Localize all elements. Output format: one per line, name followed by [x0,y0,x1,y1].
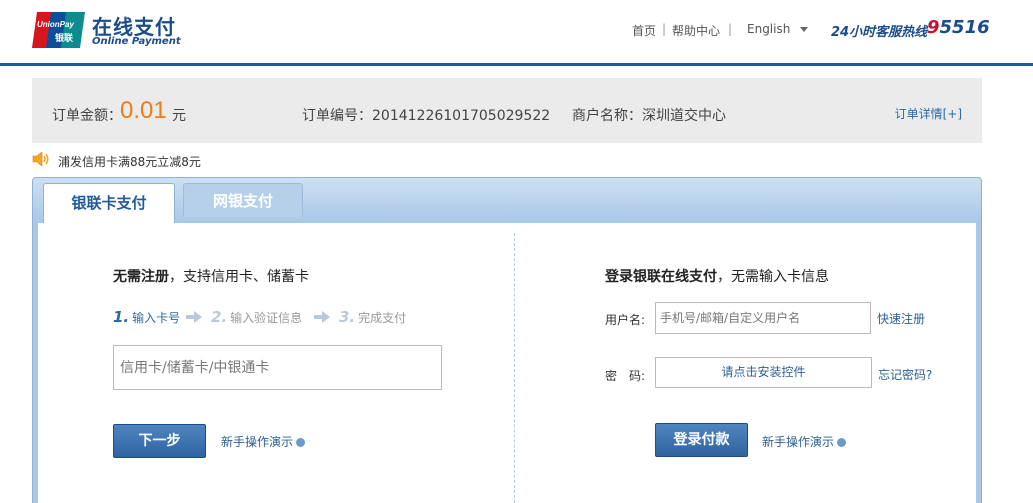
unionpay-logo-icon[interactable]: UnionPay 银联 [31,12,86,48]
beginner-demo-link[interactable]: 新手操作演示 [221,433,306,450]
card-pay-heading-bold: 无需注册 [113,269,169,285]
card-pay-heading-rest: ，支持信用卡、储蓄卡 [169,269,309,285]
step-3: 3. 完成支付 [339,308,406,326]
hotline-number-prefix: 9 [927,17,940,38]
tab-online-banking[interactable]: 网银支付 [183,183,303,217]
nav-separator: | [662,22,667,36]
order-number: 订单编号：20141226101705029522 [302,105,550,125]
step-3-number: 3. [339,308,356,326]
merchant-label: 商户名称： [572,108,642,124]
panel-body: 无需注册，支持信用卡、储蓄卡 1.输入卡号 2.输入验证信息 3.完成支付 下一… [38,223,976,503]
username-label: 用户名: [605,313,646,327]
speaker-icon [32,152,49,166]
merchant-value: 深圳道交中心 [642,108,726,124]
step-2-number: 2. [211,308,228,326]
beginner-demo-label: 新手操作演示 [221,435,294,449]
nav-help-link[interactable]: 帮助中心 [672,22,720,39]
step-1-label: 输入卡号 [132,311,181,325]
order-amount: 0.01 [120,97,167,124]
beginner-demo-link[interactable]: 新手操作演示 [762,433,847,450]
login-pay-heading: 登录银联在线支付，无需输入卡信息 [605,266,829,286]
order-number-label: 订单编号： [302,108,372,124]
login-pay-button[interactable]: 登录付款 [655,423,748,457]
arrow-right-icon [314,311,330,323]
step-2-label: 输入验证信息 [230,311,303,325]
nav-home-link[interactable]: 首页 [632,22,656,39]
svg-text:UnionPay: UnionPay [37,20,74,29]
step-1-number: 1. [113,308,130,326]
site-header: UnionPay 银联 在线支付 Online Payment 首页 | 帮助中… [0,0,1033,66]
card-pay-heading: 无需注册，支持信用卡、储蓄卡 [113,266,309,286]
column-divider [514,233,515,503]
order-details-link[interactable]: 订单详情[+] [895,105,962,122]
hotline-number-rest: 5516 [939,17,990,38]
hotline-number: 95516 [927,17,990,38]
username-input[interactable] [655,302,871,334]
beginner-demo-label: 新手操作演示 [762,435,835,449]
password-control-install[interactable]: 请点击安装控件 [655,357,872,388]
forgot-password-link[interactable]: 忘记密码? [878,366,932,383]
step-3-label: 完成支付 [358,311,407,325]
play-circle-icon [296,438,306,447]
login-pay-heading-bold: 登录银联在线支付 [605,269,717,285]
nav-separator: | [728,22,733,36]
order-summary-bar: 订单金额： 0.01 元 订单编号：20141226101705029522 商… [32,78,982,143]
payment-panel: 银联卡支付 网银支付 无需注册，支持信用卡、储蓄卡 1. 输入卡号 2. 输入验证信… [32,177,982,503]
order-number-value: 20141226101705029522 [372,108,551,124]
step-1: 1. 输入卡号 [113,308,180,326]
next-step-button[interactable]: 下一步 [113,424,206,458]
chevron-down-icon[interactable] [800,27,808,32]
step-2: 2. 输入验证信息 [211,308,302,326]
order-amount-label: 订单金额： [52,108,122,124]
quick-register-link[interactable]: 快速注册 [877,310,925,327]
brand-subtitle: Online Payment [92,36,181,47]
tab-unionpay-card[interactable]: 银联卡支付 [43,183,175,224]
login-pay-heading-rest: ，无需输入卡信息 [717,269,829,285]
merchant-name: 商户名称：深圳道交中心 [572,105,726,125]
hotline-label: 24小时客服热线 [831,25,928,40]
play-circle-icon [837,438,847,447]
order-amount-unit: 元 [172,108,186,124]
promo-text[interactable]: 浦发信用卡满88元立减8元 [58,153,201,170]
arrow-right-icon [186,311,202,323]
card-number-input[interactable] [113,345,442,390]
password-label: 密 码: [605,369,646,383]
language-selector[interactable]: English [747,22,790,36]
svg-text:银联: 银联 [55,32,74,44]
